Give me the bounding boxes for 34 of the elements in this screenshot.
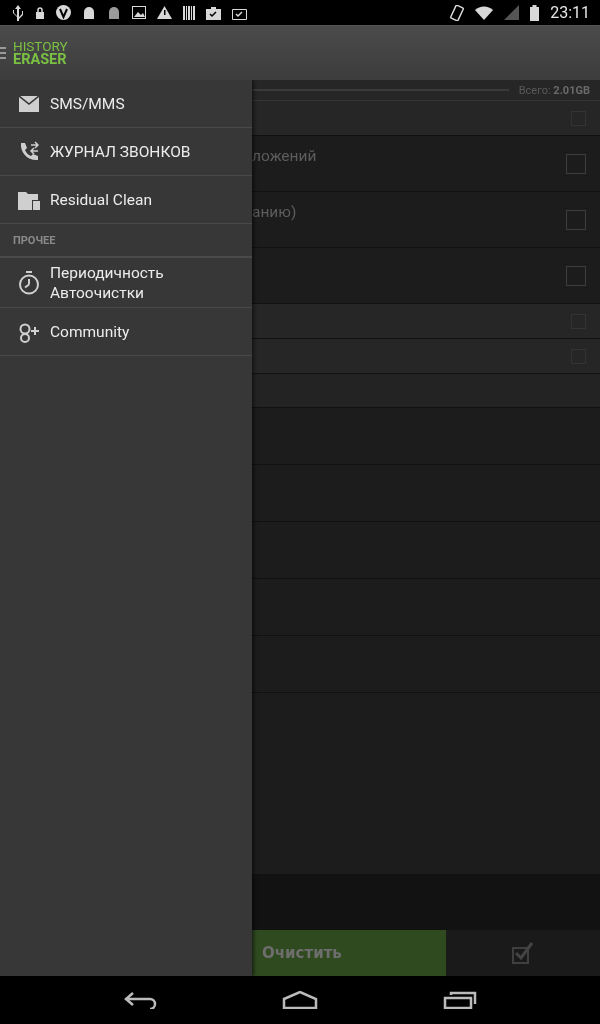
home-icon [282, 991, 318, 1009]
stopwatch-icon [18, 270, 40, 295]
logo-text: ERASER [13, 53, 68, 67]
drawer-item[interactable]: ЖУРНАЛ ЗВОНКОВ [0, 128, 252, 176]
list-item-text: анию) [252, 202, 298, 221]
usb-icon [12, 4, 24, 21]
phone-arrows-icon [18, 140, 40, 163]
section-header: ПРОЧЕЕ [13, 233, 56, 247]
menu-icon [0, 46, 6, 60]
mail-icon [19, 95, 39, 112]
drawer-item[interactable]: Residual Clean [0, 176, 252, 224]
bag-check-icon [206, 5, 221, 20]
checkbox-check-icon [512, 942, 534, 964]
folder-trash-icon [18, 189, 40, 210]
checkbox[interactable] [566, 209, 586, 230]
v-circle-icon [56, 5, 71, 20]
lock-icon [35, 6, 45, 19]
barcode-icon [183, 5, 195, 20]
signal-icon [504, 5, 520, 20]
logo-text: HISTORY [13, 39, 68, 53]
checkbox[interactable] [566, 153, 586, 174]
list-item-text: ложений [252, 146, 318, 165]
recents-icon [443, 991, 478, 1009]
drawer-item[interactable]: Периодичность Автоочистки [0, 258, 252, 308]
phone-rotate-icon [450, 4, 465, 21]
battery-icon [530, 4, 540, 21]
image-icon [132, 6, 146, 19]
drawer-item[interactable]: Community [0, 308, 252, 356]
clock-time: 23:11 [550, 3, 590, 22]
wifi-icon [475, 5, 494, 20]
warning-icon [157, 6, 172, 19]
checkbox[interactable] [566, 265, 586, 286]
drawer-item[interactable]: SMS/MMS [0, 80, 252, 128]
back-icon [122, 991, 157, 1009]
